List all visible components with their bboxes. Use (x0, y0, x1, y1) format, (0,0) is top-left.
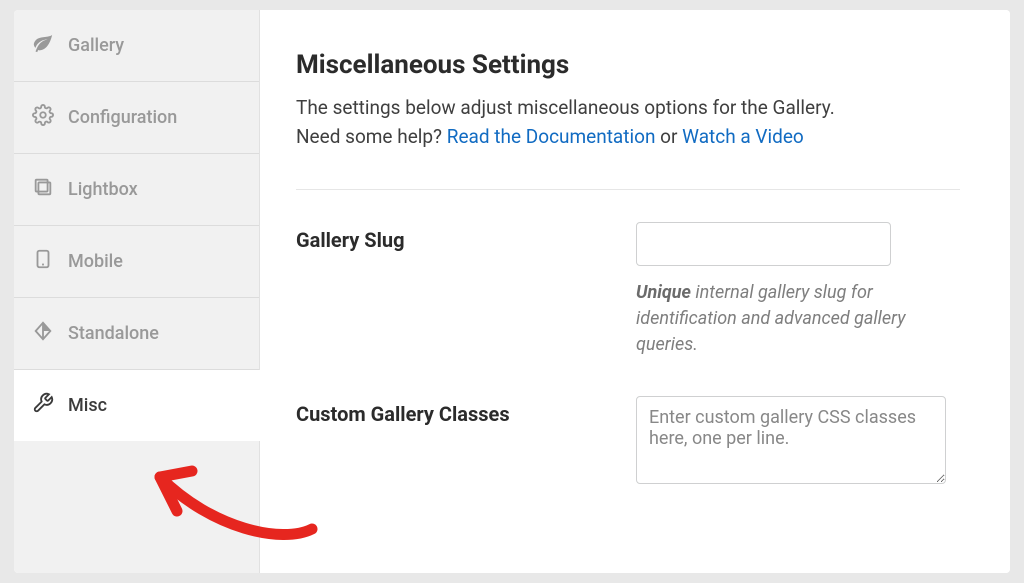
gear-icon (32, 104, 54, 131)
section-divider (296, 189, 960, 190)
sidebar-item-label: Configuration (68, 107, 177, 128)
sidebar-item-label: Mobile (68, 251, 123, 272)
wrench-icon (32, 392, 54, 419)
field-custom-classes: Custom Gallery Classes (296, 396, 960, 488)
layers-icon (32, 176, 54, 203)
settings-sidebar: Gallery Configuration Lightbox Mobile St (14, 10, 260, 573)
mobile-icon (32, 248, 54, 275)
sidebar-item-configuration[interactable]: Configuration (14, 82, 259, 154)
field-help-slug: Unique internal gallery slug for identif… (636, 280, 946, 358)
custom-classes-input[interactable] (636, 396, 946, 484)
field-label-classes: Custom Gallery Classes (296, 396, 596, 426)
link-read-documentation[interactable]: Read the Documentation (447, 125, 656, 148)
field-label-slug: Gallery Slug (296, 222, 596, 252)
sidebar-item-label: Gallery (68, 35, 124, 56)
gallery-slug-input[interactable] (636, 222, 891, 266)
diamond-icon (32, 320, 54, 347)
leaf-icon (32, 32, 54, 59)
sidebar-item-label: Lightbox (68, 179, 138, 200)
settings-panel: Gallery Configuration Lightbox Mobile St (14, 10, 1010, 573)
sidebar-item-label: Standalone (68, 323, 159, 344)
settings-main: Miscellaneous Settings The settings belo… (260, 10, 1010, 573)
sidebar-item-misc[interactable]: Misc (14, 370, 260, 441)
sidebar-item-mobile[interactable]: Mobile (14, 226, 259, 298)
page-description: The settings below adjust miscellaneous … (296, 94, 960, 151)
sidebar-item-standalone[interactable]: Standalone (14, 298, 259, 370)
link-watch-video[interactable]: Watch a Video (682, 125, 804, 148)
sidebar-item-lightbox[interactable]: Lightbox (14, 154, 259, 226)
sidebar-item-gallery[interactable]: Gallery (14, 10, 259, 82)
page-title: Miscellaneous Settings (296, 50, 960, 80)
field-gallery-slug: Gallery Slug Unique internal gallery slu… (296, 222, 960, 358)
sidebar-item-label: Misc (68, 395, 107, 416)
